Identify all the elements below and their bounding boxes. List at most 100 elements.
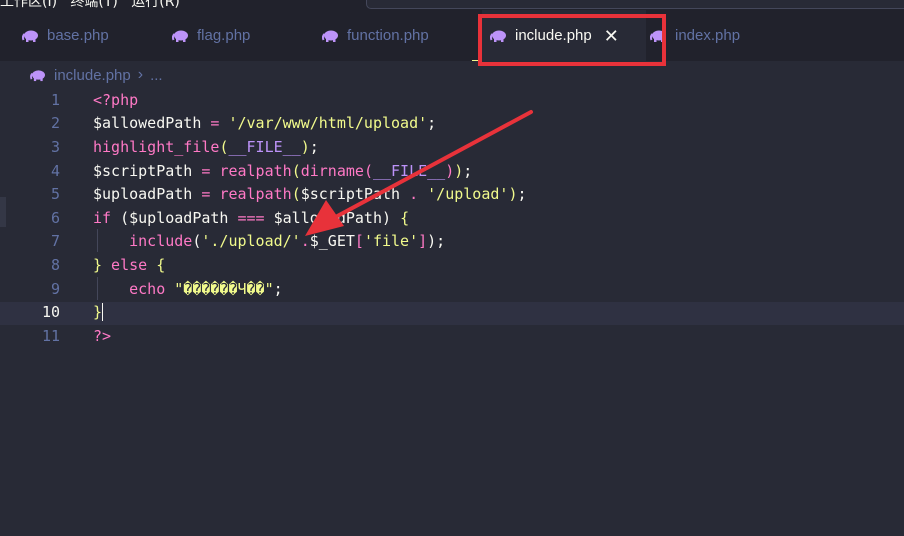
code-token: dirname (300, 161, 364, 180)
breadcrumb-file[interactable]: include.php (54, 67, 131, 84)
php-elephant-icon (172, 30, 188, 42)
line-number: 8 (50, 255, 60, 274)
code-token: ; (463, 161, 473, 180)
code-text: ?> (93, 327, 111, 345)
code-token: ?> (93, 326, 112, 345)
code-text: include('./upload/'.$_GET['file']); (93, 232, 445, 250)
code-token: ) (445, 161, 455, 180)
code-token: $_GET (309, 232, 355, 251)
line-number: 6 (50, 208, 60, 227)
code-token: = (192, 161, 220, 180)
code-token: ; (309, 137, 319, 156)
line-number: 9 (50, 279, 60, 298)
code-token: $uploadPath (129, 208, 229, 227)
code-line[interactable]: 11 ?> (0, 324, 904, 348)
menu-bar-partial[interactable]: 工作区(I) 终端(T) 运行(R) (0, 0, 180, 10)
code-token: ( (291, 185, 301, 204)
text-cursor (102, 303, 104, 322)
code-token: ; (517, 185, 527, 204)
code-line[interactable]: 6 if ($uploadPath === $allowedPath) { (0, 206, 904, 230)
code-token: } (93, 255, 103, 274)
php-elephant-icon (650, 30, 666, 42)
code-token: ); (427, 232, 446, 251)
code-line[interactable]: 9 echo "������Ч��"; (0, 277, 904, 301)
code-token: else (102, 255, 157, 274)
code-line[interactable]: 4 $scriptPath = realpath(dirname(__FILE__… (0, 159, 904, 183)
code-text: $uploadPath = realpath($scriptPath . '/u… (93, 185, 527, 203)
code-token: __FILE__ (228, 137, 301, 156)
code-line[interactable]: 7 include('./upload/'.$_GET['file']); (0, 230, 904, 254)
code-text: } (93, 303, 104, 322)
code-token: [ (354, 232, 364, 251)
tab-include-php[interactable]: include.php ✕ (482, 10, 646, 61)
code-token: ) (454, 161, 464, 180)
line-number: 1 (50, 90, 60, 109)
code-line[interactable]: 5 $uploadPath = realpath($scriptPath . '/… (0, 182, 904, 206)
code-token: __FILE__ (372, 161, 446, 180)
code-token: '/upload' (427, 185, 509, 204)
command-center-search[interactable] (366, 0, 904, 9)
code-text: } else { (93, 256, 165, 274)
line-number: 3 (50, 137, 60, 156)
code-token: . (400, 185, 428, 204)
code-token: highlight_file (93, 137, 220, 156)
line-number: 2 (50, 114, 60, 133)
tab-index-php[interactable]: index.php (650, 10, 740, 61)
editor-tab-bar: base.php flag.php function.php include.p… (0, 10, 904, 61)
tab-label: flag.php (197, 27, 251, 44)
php-elephant-icon (30, 69, 45, 81)
breadcrumb-more[interactable]: ... (150, 67, 163, 84)
tab-function-php[interactable]: function.php (322, 10, 429, 61)
close-icon[interactable]: ✕ (604, 27, 619, 45)
code-token: realpath (219, 185, 292, 204)
code-token: ) (300, 137, 310, 156)
code-token: { (156, 255, 166, 274)
code-token: "������Ч��" (174, 279, 274, 298)
code-token: . (300, 232, 310, 251)
tab-label: function.php (347, 27, 429, 44)
code-token: ] (418, 232, 428, 251)
code-text: <?php (93, 91, 138, 109)
code-line[interactable]: 10} (0, 300, 904, 324)
tab-label: base.php (47, 27, 109, 44)
code-token: { (400, 208, 410, 227)
code-text: if ($uploadPath === $allowedPath) { (93, 209, 409, 227)
code-line[interactable]: 2 $allowedPath = '/var/www/html/upload'; (0, 112, 904, 136)
tab-flag-php[interactable]: flag.php (172, 10, 250, 61)
title-bar: 工作区(I) 终端(T) 运行(R) (0, 0, 904, 10)
code-token: echo (129, 279, 175, 298)
code-line[interactable]: 3 highlight_file(__FILE__); (0, 135, 904, 159)
code-token: === (228, 208, 274, 227)
code-editor[interactable]: 1 <?php 2 $allowedPath = '/var/www/html/upl… (0, 88, 904, 348)
tab-base-php[interactable]: base.php (22, 10, 109, 61)
code-token: ( (291, 161, 301, 180)
line-number: 10 (41, 303, 60, 322)
breadcrumb: include.php › ... (30, 64, 163, 86)
code-line[interactable]: 8} else { (0, 253, 904, 277)
code-text: echo "������Ч��"; (93, 280, 283, 298)
code-text: highlight_file(__FILE__); (93, 138, 319, 156)
tab-label: include.php (515, 27, 592, 44)
line-number: 7 (50, 232, 60, 251)
code-token: ; (427, 114, 437, 133)
code-token: = (192, 185, 220, 204)
tab-label: index.php (675, 27, 741, 44)
line-number: 5 (50, 185, 60, 204)
code-token: = (201, 114, 229, 133)
breadcrumb-separator: › (137, 66, 144, 83)
code-token: $scriptPath (93, 161, 193, 180)
code-token: '/var/www/html/upload' (228, 114, 428, 133)
line-number: 11 (41, 326, 60, 345)
code-token: if (93, 208, 121, 227)
code-token: './upload/' (201, 232, 301, 251)
code-token: <?php (93, 90, 139, 109)
tab-indicator (472, 60, 479, 61)
code-token: $allowedPath (273, 208, 382, 227)
php-elephant-icon (490, 30, 506, 42)
code-token: realpath (219, 161, 292, 180)
code-token: include (129, 232, 193, 251)
code-token: ( (363, 161, 373, 180)
code-text: $allowedPath = '/var/www/html/upload'; (93, 114, 436, 132)
code-line[interactable]: 1 <?php (0, 88, 904, 112)
